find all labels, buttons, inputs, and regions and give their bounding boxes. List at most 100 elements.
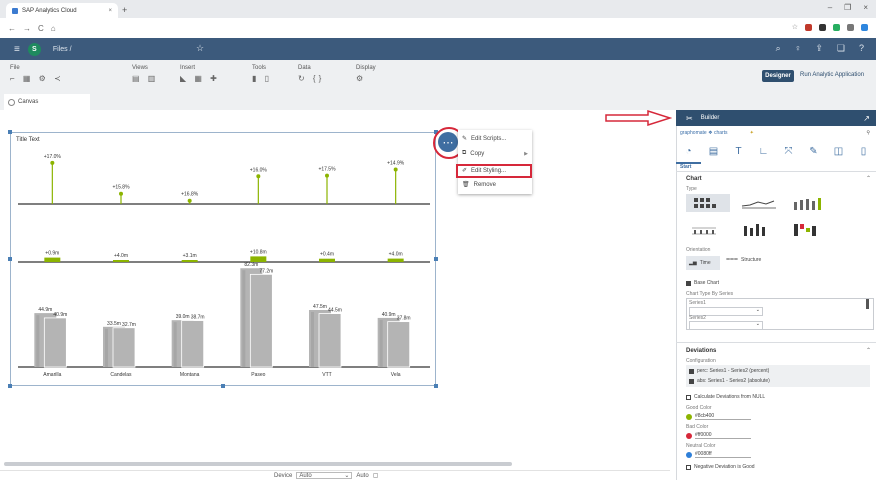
toolbar-group-insert[interactable]: Insert ◣ ▦ ✚ [180,65,220,83]
tab-format[interactable]: ✎ [801,140,826,162]
config-item-perc[interactable]: perc: Series1 - Series2 (percent) [689,368,769,374]
neutral-color-label: Neutral Color [686,443,716,449]
config-item-abs[interactable]: abs: Series1 - Series2 (absolute) [689,378,770,384]
toolbar-group-file[interactable]: File ⌐ ▦ ⚙ ≺ [10,65,64,83]
copy-icon: ⧉ [462,150,467,156]
forward-icon[interactable]: → [23,24,31,33]
good-color-swatch[interactable] [686,413,692,420]
tab-start[interactable]: ◔ [676,140,701,164]
comment-icon[interactable]: ❏ [837,43,845,54]
series2-select[interactable]: ⌄ [689,321,763,330]
menu-icon[interactable]: ≡ [14,44,20,55]
toolbar-group-tools[interactable]: Tools ▮ ▯ [252,65,272,83]
close-window-icon[interactable]: × [863,3,868,12]
pct-deviation-label: +16.8% [181,192,199,198]
fit-icon[interactable]: ▢ [373,472,379,479]
tab-axis[interactable]: ∟ [751,140,776,162]
tab-more[interactable]: ▯ [851,140,876,162]
chart-type-dot[interactable] [686,220,730,238]
chart-type-waterfall[interactable] [788,220,832,238]
checkbox-unchecked[interactable] [686,394,691,400]
chart-type-column[interactable] [686,194,730,212]
extension-red-icon[interactable] [805,23,812,31]
neutral-color-input[interactable]: #0080ff [695,451,751,458]
tab-text[interactable]: T [726,140,751,162]
toolbar-group-icons[interactable]: ◣ ▦ ✚ [180,74,220,83]
bulb-icon[interactable]: ✦ [750,130,754,136]
orientation-structure-button[interactable]: ⩶ Structure [726,256,761,264]
resize-handle[interactable] [221,384,225,388]
settings-icon[interactable]: ⚲ [866,130,870,136]
more-actions-button[interactable]: ⋯ [438,132,458,152]
search-icon[interactable]: ⌕ [776,43,781,54]
star-icon[interactable]: ☆ [792,23,798,31]
toolbar-group-display[interactable]: Display ⚙ [356,65,376,83]
chart-type-stacked[interactable] [738,220,782,238]
help-icon[interactable]: ? [859,43,864,54]
browser-tab[interactable]: SAP Analytics Cloud × [6,3,118,18]
resize-handle[interactable] [434,257,438,261]
checkbox-checked[interactable] [689,378,694,384]
back-icon[interactable]: ← [8,24,16,33]
pct-deviation-label: +15.8% [112,185,130,191]
horizontal-scrollbar[interactable] [4,462,512,466]
tab-layout[interactable]: ◫ [826,140,851,162]
collapse-icon[interactable]: ⌃ [866,347,871,354]
checkbox-checked[interactable] [686,280,691,286]
pin-panel-icon[interactable]: ↗ [863,114,870,123]
category-tick-label: Amarilla [43,372,61,378]
negative-good-checkbox[interactable]: Negative Deviation is Good [686,464,755,470]
calc-null-checkbox[interactable]: Calculate Deviations from NULL [686,394,765,400]
collapse-icon[interactable]: ⌃ [866,175,871,182]
favorite-icon[interactable]: ☆ [196,43,204,54]
toolbar-group-label: Tools [252,65,267,71]
menu-item-copy[interactable]: ⧉ Copy ▶ [462,148,528,159]
orientation-time-button[interactable]: ▂▅ Time [686,256,720,270]
restore-icon[interactable]: ❐ [844,3,851,12]
neutral-color-swatch[interactable] [686,451,692,458]
neutral-color-field[interactable]: #0080ff [686,451,751,458]
chart-type-line[interactable] [738,194,782,212]
checkbox-unchecked[interactable] [686,464,691,470]
extension-green-icon[interactable] [833,23,840,31]
share-icon[interactable]: ⇪ [815,43,823,54]
tab-canvas[interactable]: Canvas [4,94,90,110]
toolbar-group-icons[interactable]: ↻ {} [298,74,324,83]
orientation-time-label: Time [699,260,711,266]
toolbar-group-data[interactable]: Data ↻ {} [298,65,324,83]
resize-handle[interactable] [434,384,438,388]
list-scrollbar[interactable] [866,299,869,309]
good-color-field[interactable]: #8cb400 [686,413,751,420]
tab-data[interactable]: ▤ [701,140,726,162]
designer-button[interactable]: Designer [762,70,794,82]
toolbar-group-icons[interactable]: ▮ ▯ [252,74,272,83]
menu-item-remove[interactable]: 🗑 Remove [462,179,528,190]
toolbar-group-icons[interactable]: ⚙ [356,74,376,83]
run-application-link[interactable]: Run Analytic Application [800,72,864,78]
good-color-input[interactable]: #8cb400 [695,413,751,420]
bad-color-input[interactable]: #ff0000 [695,432,751,439]
extension-gray-icon[interactable] [847,23,854,31]
device-select[interactable]: Auto ⌄ [296,472,353,479]
extension-blue-icon[interactable] [861,23,868,31]
toolbar-group-views[interactable]: Views ▤ ▥ [132,65,158,83]
bad-color-field[interactable]: #ff0000 [686,432,751,439]
new-tab-button[interactable]: + [122,5,127,15]
base-chart-checkbox[interactable]: Base Chart [686,280,719,286]
close-icon[interactable]: × [108,8,112,14]
bad-color-swatch[interactable] [686,432,692,439]
bulb-icon[interactable]: ♀ [795,43,802,54]
toolbar-group-icons[interactable]: ⌐ ▦ ⚙ ≺ [10,74,64,83]
minimize-icon[interactable]: – [828,3,832,12]
menu-item-edit-scripts[interactable]: ✎ Edit Scripts... [462,133,528,144]
extension-dark-icon[interactable] [819,23,826,31]
chevron-down-icon: ⌄ [755,321,760,327]
checkbox-checked[interactable] [689,368,694,374]
tab-scale[interactable]: ⤧ [776,140,801,162]
breadcrumb[interactable]: Files / [53,46,72,53]
reload-icon[interactable]: C [38,24,44,33]
resize-handle[interactable] [8,384,12,388]
avatar[interactable]: S [27,42,41,56]
toolbar-group-icons[interactable]: ▤ ▥ [132,74,158,83]
chart-type-bar-line[interactable] [788,194,832,212]
